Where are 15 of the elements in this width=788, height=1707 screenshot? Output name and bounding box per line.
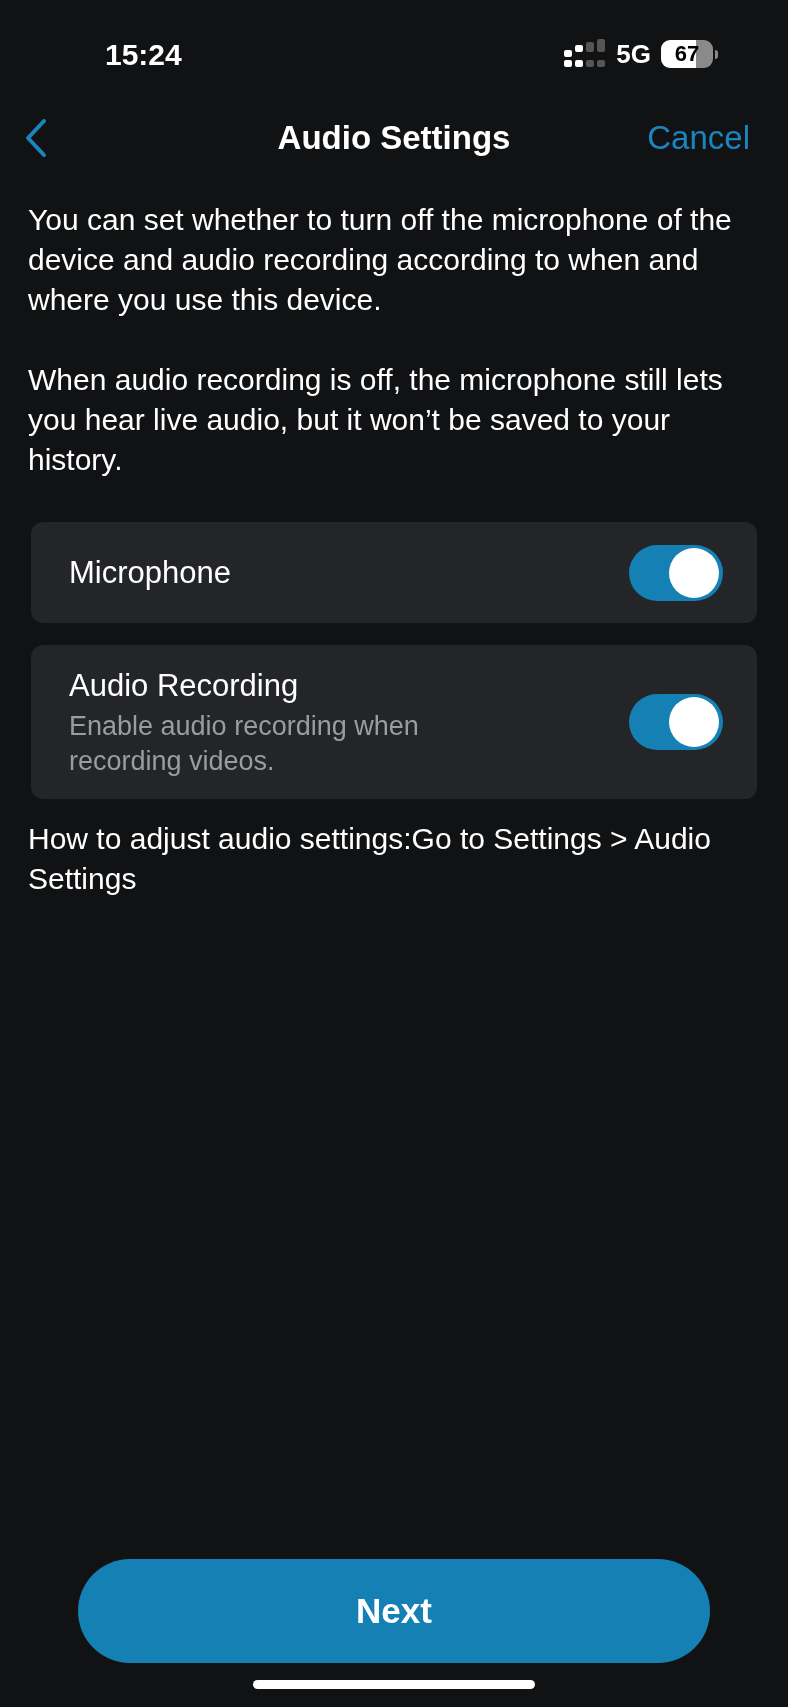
network-label: 5G (616, 37, 651, 71)
back-icon[interactable] (24, 118, 48, 158)
description-text: When audio recording is off, the microphone still lets you hear live audio, but it won’t be saved to your history. (28, 362, 724, 478)
next-button[interactable]: Next (78, 1559, 710, 1663)
page-title: Audio Settings (277, 118, 511, 159)
signal-icon (564, 39, 607, 69)
toggle-switch[interactable] (629, 694, 723, 750)
battery-level: 67 (674, 43, 700, 65)
status-time: 15:24 (105, 36, 182, 73)
help-text: How to adjust audio settings:Go to Settings > Audio Settings (27, 821, 712, 897)
setting-label: Audio Recording (69, 667, 300, 705)
description-text: You can set whether to turn off the microphone of the device and audio recording according to when and where you use this device. (28, 202, 733, 318)
setting-label: Microphone (69, 553, 231, 592)
setting-description: Enable audio recording when recording videos. (69, 710, 420, 778)
cancel-button[interactable]: Cancel (647, 113, 750, 163)
